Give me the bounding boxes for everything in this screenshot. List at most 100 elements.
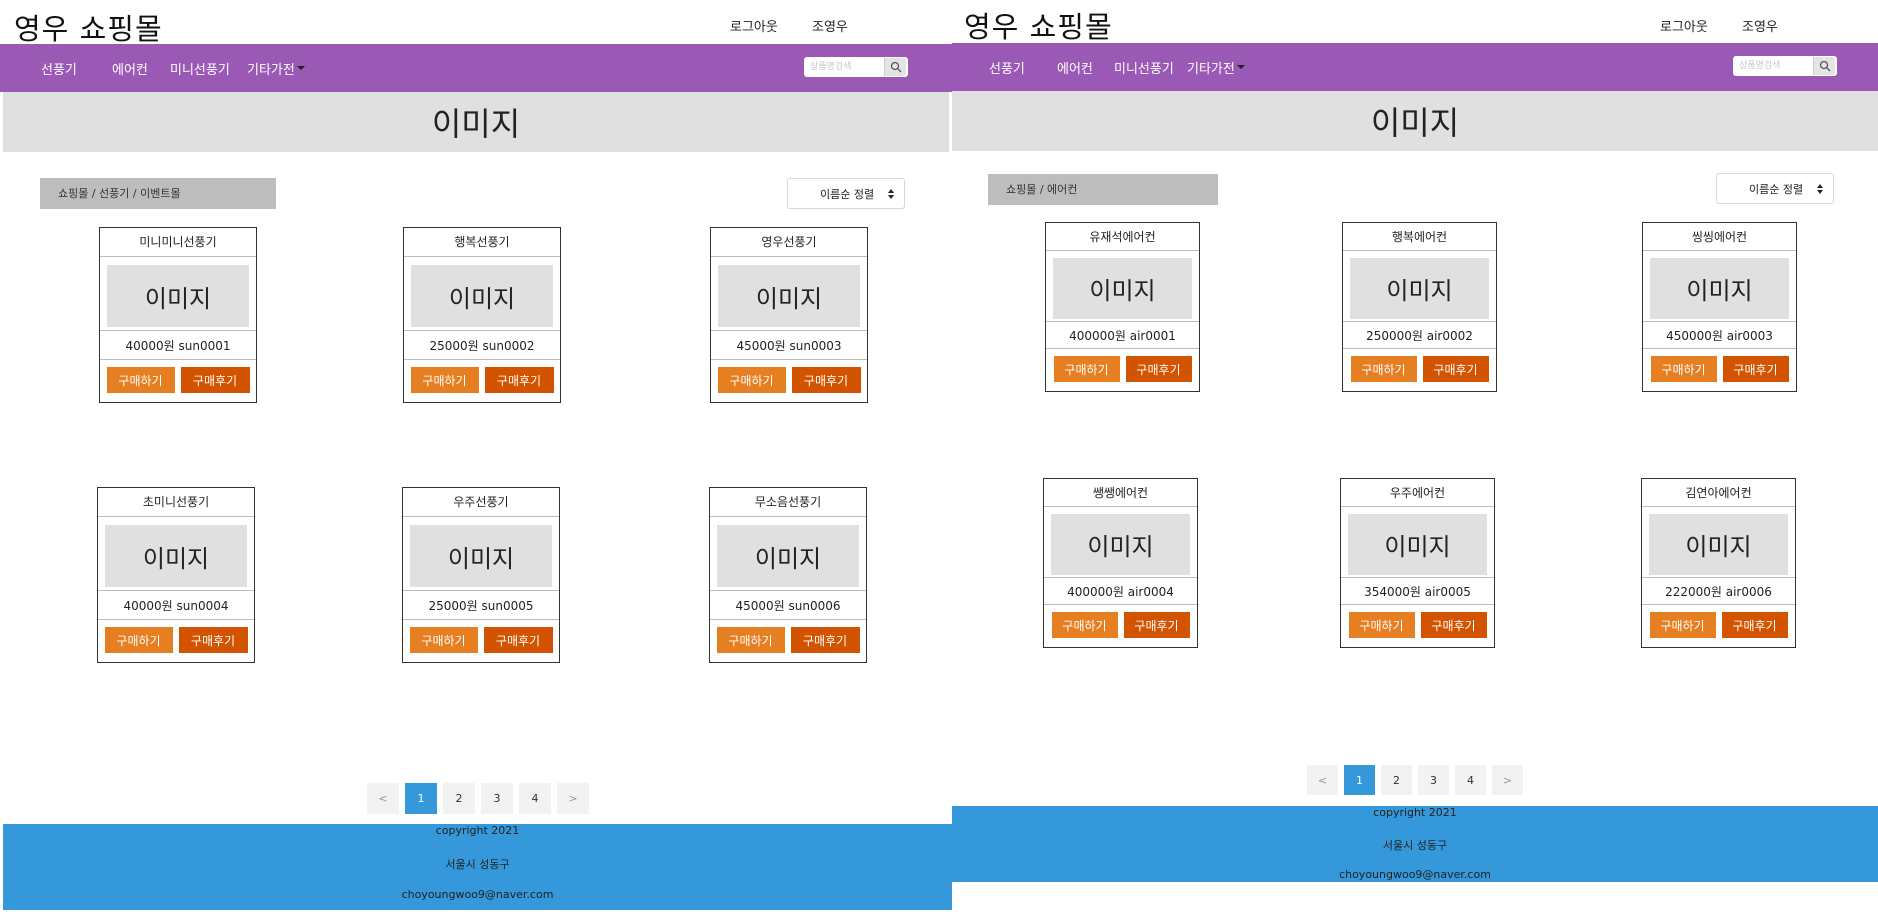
page-prev-button[interactable]: <: [367, 783, 399, 814]
page-button-1[interactable]: 1: [405, 783, 437, 814]
product-name[interactable]: 우주선풍기: [403, 488, 559, 517]
product-image[interactable]: 이미지: [1649, 514, 1788, 575]
caret-down-icon: [1236, 64, 1245, 69]
product-image[interactable]: 이미지: [717, 525, 859, 587]
buy-button[interactable]: 구매하기: [1350, 356, 1417, 382]
search-input[interactable]: [804, 58, 884, 76]
review-button[interactable]: 구매후기: [1422, 356, 1489, 382]
page-button-2[interactable]: 2: [443, 783, 475, 814]
sort-selected-value: 이름순 정렬: [1749, 182, 1804, 196]
product-name[interactable]: 초미니선풍기: [98, 488, 254, 517]
product-image[interactable]: 이미지: [105, 525, 247, 587]
product-card: 무소음선풍기 이미지 45000원 sun0006 구매하기 구매후기: [709, 487, 867, 663]
product-image[interactable]: 이미지: [107, 265, 249, 327]
site-title[interactable]: 영우 쇼핑몰: [964, 4, 1113, 46]
review-button[interactable]: 구매후기: [1123, 612, 1190, 638]
buy-button[interactable]: 구매하기: [409, 627, 478, 653]
buy-button[interactable]: 구매하기: [716, 627, 785, 653]
product-image[interactable]: 이미지: [1051, 514, 1190, 575]
search-button[interactable]: [884, 58, 906, 76]
site-title[interactable]: 영우 쇼핑몰: [14, 6, 163, 48]
buy-button[interactable]: 구매하기: [1649, 612, 1716, 638]
product-name[interactable]: 행복선풍기: [404, 228, 560, 257]
product-name[interactable]: 무소음선풍기: [710, 488, 866, 517]
site-header: 영우 쇼핑몰 로그아웃 조영우: [0, 0, 952, 46]
main-nav: 선풍기 에어컨 미니선풍기 기타가전: [952, 43, 1878, 91]
nav-item-etc-label: 기타가전: [247, 63, 295, 78]
nav-item-mini-fan[interactable]: 미니선풍기: [170, 59, 230, 78]
product-card: 미니미니선풍기 이미지 40000원 sun0001 구매하기 구매후기: [99, 227, 257, 403]
product-image[interactable]: 이미지: [1348, 514, 1487, 575]
sort-select[interactable]: 이름순 정렬: [787, 178, 905, 209]
review-button[interactable]: 구매후기: [180, 367, 250, 393]
review-button[interactable]: 구매후기: [1125, 356, 1192, 382]
product-name[interactable]: 행복에어컨: [1343, 223, 1496, 251]
search-box: [1733, 56, 1837, 76]
nav-item-etc-dropdown[interactable]: 기타가전: [247, 59, 305, 78]
hero-banner-image: 이미지: [3, 92, 949, 152]
search-input[interactable]: [1733, 57, 1813, 75]
review-button[interactable]: 구매후기: [484, 367, 554, 393]
nav-item-mini-fan[interactable]: 미니선풍기: [1114, 58, 1174, 77]
page-button-1[interactable]: 1: [1344, 765, 1375, 795]
nav-item-fan[interactable]: 선풍기: [989, 58, 1025, 77]
buy-button[interactable]: 구매하기: [410, 367, 479, 393]
page-next-button[interactable]: >: [1492, 765, 1523, 795]
page-button-3[interactable]: 3: [481, 783, 513, 814]
nav-item-aircon[interactable]: 에어컨: [112, 59, 148, 78]
sort-select[interactable]: 이름순 정렬: [1716, 173, 1834, 204]
footer-email: choyoungwoo9@naver.com: [401, 888, 554, 901]
review-button[interactable]: 구매후기: [1721, 612, 1788, 638]
hero-banner-image: 이미지: [952, 91, 1878, 151]
search-box: [804, 57, 908, 77]
buy-button[interactable]: 구매하기: [106, 367, 175, 393]
nav-item-fan[interactable]: 선풍기: [41, 59, 77, 78]
product-name[interactable]: 김연아에어컨: [1642, 479, 1795, 507]
breadcrumb: 쇼핑몰 / 에어컨: [988, 174, 1218, 205]
product-card: 우주에어컨 이미지 354000원 air0005 구매하기 구매후기: [1340, 478, 1495, 648]
review-button[interactable]: 구매후기: [1420, 612, 1487, 638]
buy-button[interactable]: 구매하기: [104, 627, 173, 653]
buy-button[interactable]: 구매하기: [1053, 356, 1120, 382]
header-links: 로그아웃 조영우: [1660, 16, 1778, 35]
page-button-4[interactable]: 4: [519, 783, 551, 814]
buy-button[interactable]: 구매하기: [1650, 356, 1717, 382]
product-name[interactable]: 쌩쌩에어컨: [1044, 479, 1197, 507]
product-card: 행복선풍기 이미지 25000원 sun0002 구매하기 구매후기: [403, 227, 561, 403]
buy-button[interactable]: 구매하기: [717, 367, 786, 393]
select-arrows-icon: [884, 188, 898, 199]
product-name[interactable]: 유재석에어컨: [1046, 223, 1199, 251]
product-price-code: 45000원 sun0003: [711, 330, 867, 360]
review-button[interactable]: 구매후기: [483, 627, 553, 653]
page-button-2[interactable]: 2: [1381, 765, 1412, 795]
product-image[interactable]: 이미지: [410, 525, 552, 587]
product-image[interactable]: 이미지: [1053, 258, 1192, 319]
page-prev-button[interactable]: <: [1307, 765, 1338, 795]
page-button-3[interactable]: 3: [1418, 765, 1449, 795]
review-button[interactable]: 구매후기: [790, 627, 860, 653]
buy-button[interactable]: 구매하기: [1051, 612, 1118, 638]
product-price-code: 40000원 sun0001: [100, 330, 256, 360]
product-image[interactable]: 이미지: [1350, 258, 1489, 319]
user-name-link[interactable]: 조영우: [1742, 16, 1778, 35]
logout-link[interactable]: 로그아웃: [1660, 16, 1742, 35]
search-button[interactable]: [1813, 57, 1835, 75]
product-name[interactable]: 미니미니선풍기: [100, 228, 256, 257]
product-image[interactable]: 이미지: [411, 265, 553, 327]
user-name-link[interactable]: 조영우: [812, 16, 848, 35]
product-name[interactable]: 우주에어컨: [1341, 479, 1494, 507]
review-button[interactable]: 구매후기: [791, 367, 861, 393]
product-image[interactable]: 이미지: [718, 265, 860, 327]
review-button[interactable]: 구매후기: [1722, 356, 1789, 382]
page-button-4[interactable]: 4: [1455, 765, 1486, 795]
page-next-button[interactable]: >: [557, 783, 589, 814]
right-screen: 영우 쇼핑몰 로그아웃 조영우 선풍기 에어컨 미니선풍기 기타가전 이미지 쇼…: [952, 0, 1878, 912]
product-name[interactable]: 영우선풍기: [711, 228, 867, 257]
product-name[interactable]: 씽씽에어컨: [1643, 223, 1796, 251]
nav-item-aircon[interactable]: 에어컨: [1057, 58, 1093, 77]
review-button[interactable]: 구매후기: [178, 627, 248, 653]
buy-button[interactable]: 구매하기: [1348, 612, 1415, 638]
logout-link[interactable]: 로그아웃: [730, 16, 812, 35]
product-image[interactable]: 이미지: [1650, 258, 1789, 319]
nav-item-etc-dropdown[interactable]: 기타가전: [1187, 58, 1245, 77]
